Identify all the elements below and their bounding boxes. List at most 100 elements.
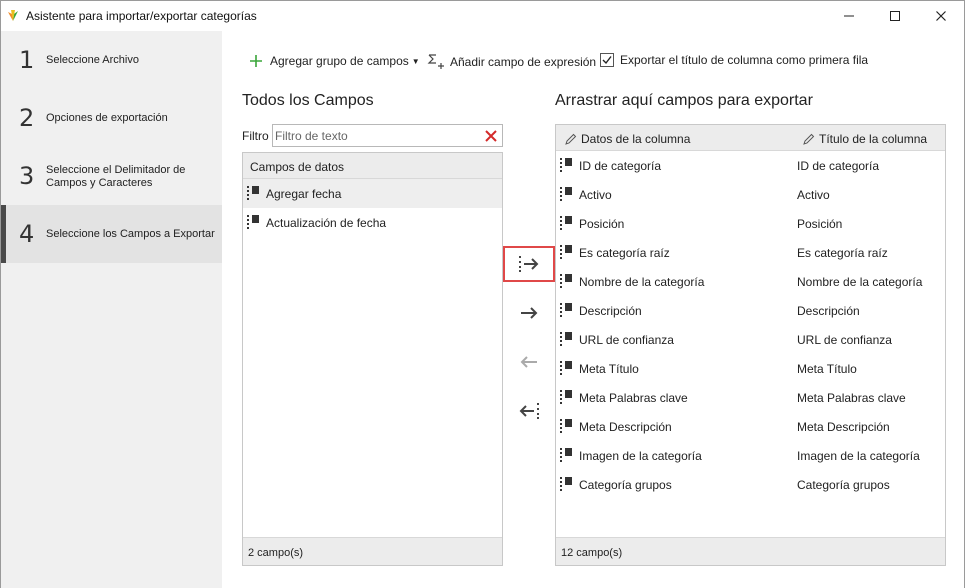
drag-handle-icon	[560, 274, 572, 288]
export-fields-header: Datos de la columna Título de la columna	[556, 125, 945, 151]
filter-input[interactable]	[275, 127, 475, 144]
title-bar: Asistente para importar/exportar categor…	[1, 1, 964, 31]
column-data-cell: Imagen de la categoría	[579, 449, 702, 463]
table-row[interactable]: Descripción Descripción	[556, 296, 945, 325]
column-data-cell: Activo	[579, 188, 612, 202]
drag-handle-icon	[247, 186, 259, 200]
minimize-button[interactable]	[826, 1, 872, 31]
step-export-options[interactable]: 2 Opciones de exportación	[1, 89, 222, 147]
step-number: 2	[19, 104, 35, 132]
move-left-button[interactable]	[503, 344, 555, 380]
export-header-label: Exportar el título de columna como prime…	[620, 53, 869, 67]
move-all-left-button[interactable]	[503, 393, 555, 429]
step-delimiter[interactable]: 3 Seleccione el Delimitador de Campos y …	[1, 147, 222, 205]
filter-label: Filtro	[242, 129, 269, 143]
column-title-cell[interactable]: Posición	[797, 217, 842, 231]
column-title-cell[interactable]: URL de confianza	[797, 333, 892, 347]
filter-box	[272, 124, 503, 147]
column-title-cell[interactable]: Meta Título	[797, 362, 857, 376]
add-field-group-label: Agregar grupo de campos	[270, 54, 409, 68]
export-header-checkbox-row[interactable]: Exportar el título de columna como prime…	[600, 53, 868, 67]
close-icon	[936, 11, 946, 21]
column-title-cell[interactable]: Categoría grupos	[797, 478, 890, 492]
table-row[interactable]: Activo Activo	[556, 180, 945, 209]
column-data-cell: ID de categoría	[579, 159, 662, 173]
data-fields-header: Campos de datos	[243, 153, 502, 179]
table-row[interactable]: Meta Descripción Meta Descripción	[556, 412, 945, 441]
clear-filter-icon[interactable]	[484, 129, 498, 143]
main-content: Agregar grupo de campos ▼ Añadir campo d…	[222, 31, 964, 588]
field-count: 12 campo(s)	[561, 547, 623, 559]
field-label: Actualización de fecha	[266, 216, 387, 230]
column-title-cell[interactable]: Nombre de la categoría	[797, 275, 922, 289]
column-title-cell[interactable]: Es categoría raíz	[797, 246, 888, 260]
export-fields-list: Datos de la columna Título de la columna…	[555, 124, 946, 566]
plus-icon	[250, 55, 262, 67]
column-data-cell: Descripción	[579, 304, 642, 318]
column-title-cell[interactable]: ID de categoría	[797, 159, 879, 173]
step-label: Seleccione el Delimitador de Campos y Ca…	[46, 164, 185, 190]
table-row[interactable]: Meta Palabras clave Meta Palabras clave	[556, 383, 945, 412]
column-title-cell[interactable]: Imagen de la categoría	[797, 449, 920, 463]
step-select-file[interactable]: 1 Seleccione Archivo	[1, 31, 222, 89]
drag-handle-icon	[560, 448, 572, 462]
pencil-icon	[565, 133, 577, 145]
sigma-plus-icon	[427, 54, 444, 69]
field-count: 2 campo(s)	[248, 547, 304, 559]
step-label-line1: Seleccione el Delimitador de	[46, 164, 186, 176]
drag-handle-icon	[247, 215, 259, 229]
move-all-right-button[interactable]	[503, 246, 555, 282]
table-row[interactable]: URL de confianza URL de confianza	[556, 325, 945, 354]
drag-handle-icon	[560, 158, 572, 172]
list-item[interactable]: Agregar fecha	[243, 179, 502, 208]
table-row[interactable]: Imagen de la categoría Imagen de la categ…	[556, 441, 945, 470]
wizard-window: Asistente para importar/exportar categor…	[0, 0, 965, 588]
window-title: Asistente para importar/exportar categor…	[26, 9, 257, 23]
pencil-icon	[803, 133, 815, 145]
add-expression-field-button[interactable]: Añadir campo de expresión	[427, 53, 596, 71]
add-expression-field-label: Añadir campo de expresión	[450, 55, 597, 69]
drag-handle-icon	[560, 361, 572, 375]
column-data-cell: Categoría grupos	[579, 478, 672, 492]
export-fields-title: Arrastrar aquí campos para exportar	[555, 92, 813, 109]
step-number: 1	[19, 46, 35, 74]
step-number: 4	[19, 220, 35, 248]
add-field-group-button[interactable]: Agregar grupo de campos ▼	[248, 53, 420, 69]
export-fields-footer: 12 campo(s)	[556, 537, 945, 565]
column-data-cell: Posición	[579, 217, 625, 231]
drag-handle-icon	[560, 332, 572, 346]
column-title-cell[interactable]: Descripción	[797, 304, 860, 318]
move-all-right-icon	[519, 256, 539, 272]
export-header-checkbox[interactable]	[600, 53, 614, 67]
move-right-button[interactable]	[503, 295, 555, 331]
table-row[interactable]: Es categoría raíz Es categoría raíz	[556, 238, 945, 267]
maximize-button[interactable]	[872, 1, 918, 31]
column-title-cell[interactable]: Activo	[797, 188, 830, 202]
all-fields-list: Campos de datos Agregar fecha Actualizac…	[242, 152, 503, 566]
table-row[interactable]: Meta Título Meta Título	[556, 354, 945, 383]
move-all-left-icon	[519, 403, 539, 419]
drag-handle-icon	[560, 303, 572, 317]
close-button[interactable]	[918, 1, 964, 31]
step-number: 3	[19, 162, 35, 190]
table-row[interactable]: Nombre de la categoría Nombre de la categ…	[556, 267, 945, 296]
column-title-cell[interactable]: Meta Palabras clave	[797, 391, 906, 405]
drag-handle-icon	[560, 245, 572, 259]
table-row[interactable]: Categoría grupos Categoría grupos	[556, 470, 945, 499]
column-data-header[interactable]: Datos de la columna	[565, 132, 690, 146]
wizard-steps-sidebar: 1 Seleccione Archivo 2 Opciones de expor…	[1, 31, 222, 588]
table-row[interactable]: Posición Posición	[556, 209, 945, 238]
move-right-icon	[521, 307, 538, 319]
all-fields-title: Todos los Campos	[242, 92, 374, 109]
move-left-icon	[520, 356, 537, 368]
step-select-fields[interactable]: 4 Seleccione los Campos a Exportar	[1, 205, 222, 263]
step-label: Seleccione los Campos a Exportar	[46, 228, 215, 240]
column-title-header[interactable]: Título de la columna	[803, 132, 927, 146]
all-fields-footer: 2 campo(s)	[243, 537, 502, 565]
app-logo-icon	[8, 10, 18, 21]
table-row[interactable]: ID de categoría ID de categoría	[556, 151, 945, 180]
drag-handle-icon	[560, 216, 572, 230]
column-title-cell[interactable]: Meta Descripción	[797, 420, 890, 434]
list-item[interactable]: Actualización de fecha	[243, 208, 502, 237]
field-label: Agregar fecha	[266, 187, 342, 201]
